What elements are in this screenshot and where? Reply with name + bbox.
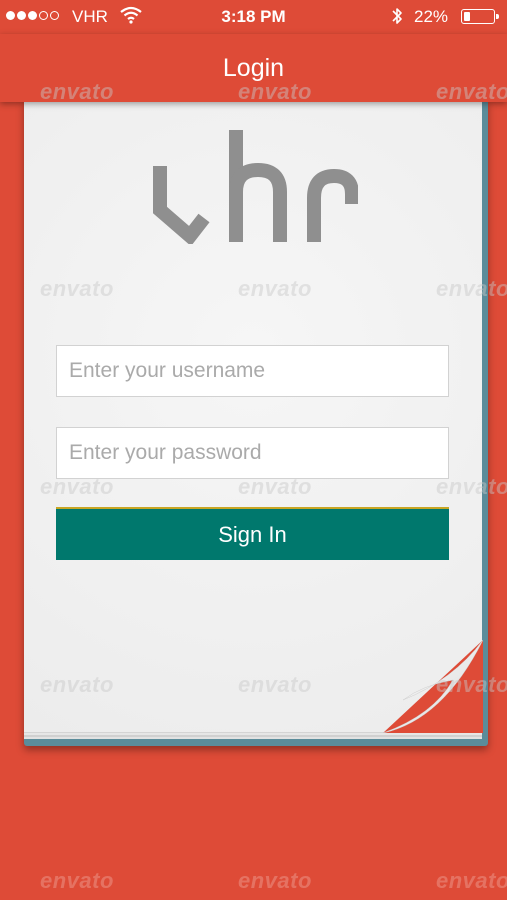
envato-watermark: envato [436,868,507,893]
nav-bar: Login [0,34,507,102]
page-curl-decoration [383,640,483,733]
username-input[interactable] [56,345,449,397]
sign-in-button[interactable]: Sign In [56,507,449,560]
vhr-logo: vhr [153,130,358,244]
page-title: Login [222,54,285,82]
envato-watermark: envato [238,868,312,893]
battery-icon [461,9,499,24]
status-bar: VHR 3:18 PM 22% [0,0,507,34]
password-input[interactable] [56,427,449,479]
battery-percent: 22% [414,7,449,26]
envato-watermark: envato [40,868,114,893]
bluetooth-icon [390,6,404,31]
